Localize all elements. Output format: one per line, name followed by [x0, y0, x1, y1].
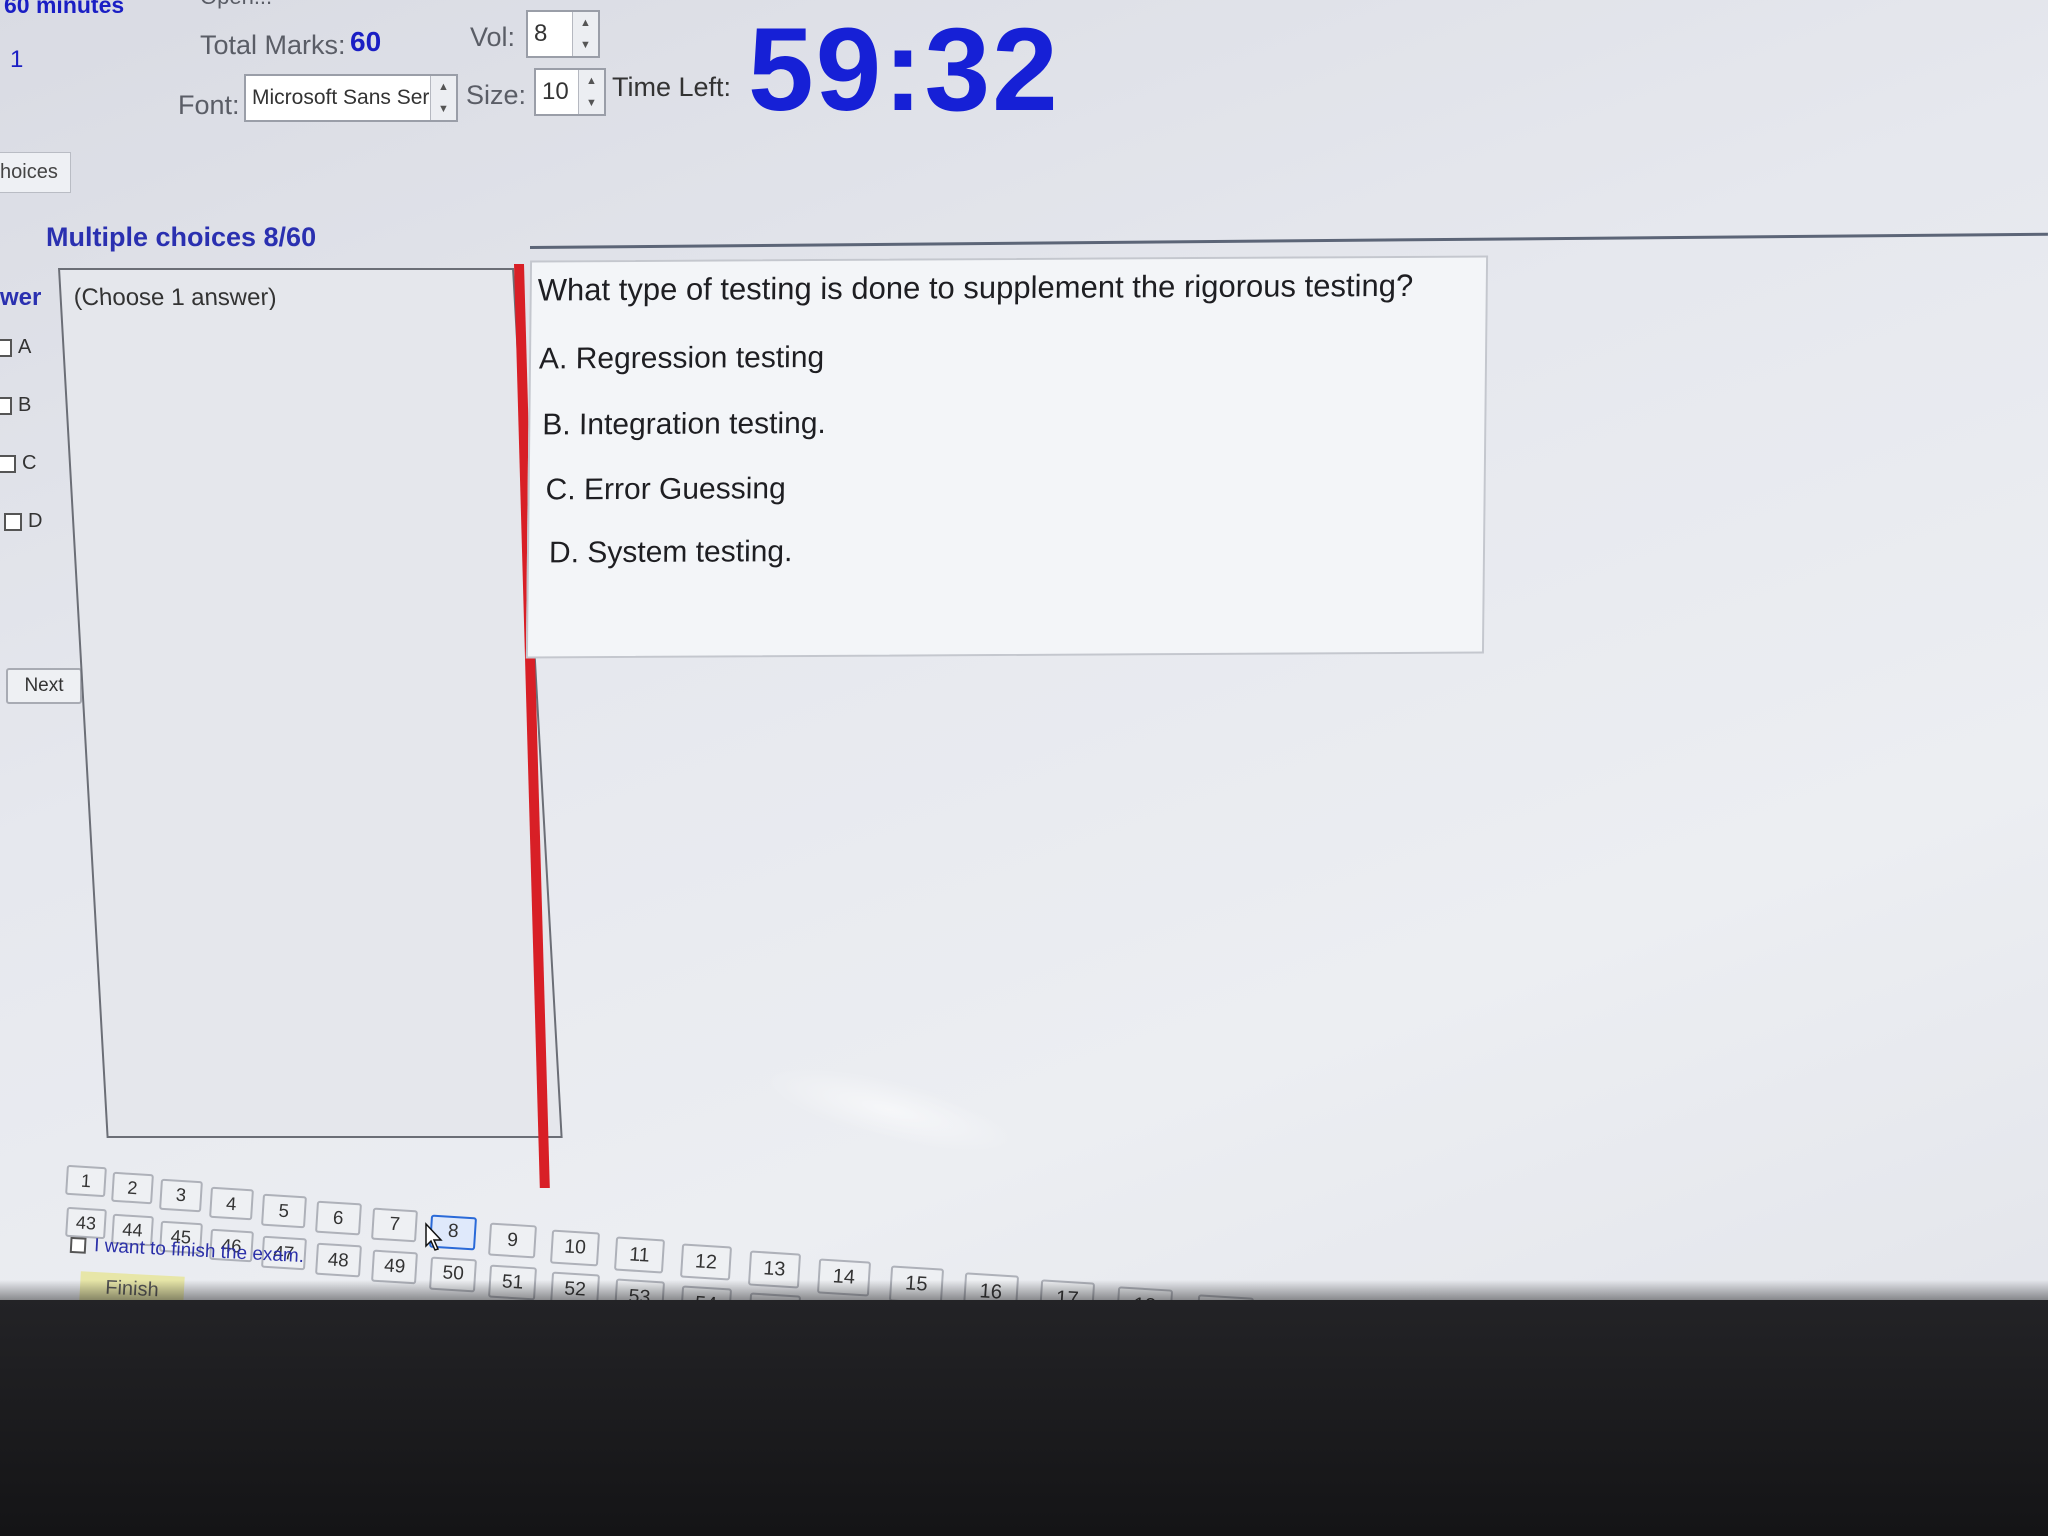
size-stepper[interactable]: 10 ▲ ▼	[534, 68, 606, 116]
down-arrow-icon[interactable]: ▼	[438, 103, 449, 115]
option-c-label: C	[22, 452, 37, 474]
question-nav-button[interactable]: 7	[370, 1207, 419, 1243]
size-value: 10	[542, 78, 569, 105]
exam-window: 60 minutes 1 Open... Total Marks: 60 Vol…	[0, 0, 2048, 1410]
mouse-cursor-icon	[425, 1222, 443, 1251]
size-spin-arrows[interactable]: ▲ ▼	[578, 70, 604, 114]
question-text: What type of testing is done to suppleme…	[537, 267, 1414, 308]
answer-option-a[interactable]: A	[0, 336, 31, 359]
section-title: Multiple choices 8/60	[46, 222, 317, 252]
font-value: Microsoft Sans Serif	[252, 86, 440, 109]
volume-spin-arrows[interactable]: ▲ ▼	[572, 12, 598, 56]
choice-b: B. Integration testing.	[542, 406, 827, 442]
checkbox-d[interactable]	[4, 512, 22, 531]
choose-hint: (Choose 1 answer)	[72, 284, 278, 311]
question-nav-button[interactable]: 1	[65, 1164, 107, 1198]
down-arrow-icon[interactable]: ▼	[580, 39, 591, 51]
volume-stepper[interactable]: 8 ▲ ▼	[526, 10, 600, 58]
font-label: Font:	[178, 90, 240, 120]
up-arrow-icon[interactable]: ▲	[586, 75, 597, 87]
cut-label: Open...	[200, 0, 272, 10]
choice-d: D. System testing.	[548, 535, 793, 570]
question-nav-button[interactable]: 10	[550, 1229, 601, 1266]
question-nav-button[interactable]: 6	[314, 1200, 362, 1236]
time-left-label: Time Left:	[612, 72, 732, 102]
checkbox-b[interactable]	[0, 396, 12, 415]
up-arrow-icon[interactable]: ▲	[438, 81, 449, 93]
answer-panel: (Choose 1 answer)	[58, 268, 563, 1138]
vol-label: Vol:	[470, 22, 516, 52]
monitor-bezel	[0, 1300, 2048, 1536]
down-arrow-icon[interactable]: ▼	[586, 97, 597, 109]
finish-checkbox[interactable]	[69, 1236, 87, 1254]
choice-a: A. Regression testing	[538, 340, 825, 376]
option-d-label: D	[28, 510, 43, 532]
answer-column-header: wer	[0, 284, 42, 311]
answer-option-d[interactable]: D	[4, 510, 42, 533]
duration-label: 60 minutes	[4, 0, 125, 18]
checkbox-a[interactable]	[0, 338, 12, 357]
volume-value: 8	[534, 20, 548, 47]
total-marks-value: 60	[350, 26, 382, 57]
screen-glare	[756, 1049, 1024, 1171]
next-button[interactable]: Next	[6, 668, 82, 704]
tab-multiple-choices[interactable]: hoices	[0, 152, 71, 193]
up-arrow-icon[interactable]: ▲	[580, 17, 591, 29]
option-b-label: B	[18, 394, 32, 416]
answer-option-b[interactable]: B	[0, 394, 31, 417]
answer-option-c[interactable]: C	[0, 452, 36, 475]
question-nav-button[interactable]: 5	[260, 1193, 307, 1228]
choice-c: C. Error Guessing	[545, 472, 786, 507]
question-nav-button[interactable]: 48	[314, 1242, 362, 1278]
question-nav-button[interactable]: 12	[679, 1243, 732, 1282]
countdown-timer: 59:32	[748, 4, 1060, 136]
checkbox-c[interactable]	[0, 454, 16, 473]
option-a-label: A	[18, 336, 32, 358]
font-selector[interactable]: Microsoft Sans Serif ▲ ▼	[244, 74, 458, 122]
question-nav-button[interactable]: 3	[159, 1179, 203, 1213]
question-panel: What type of testing is done to suppleme…	[525, 255, 1489, 659]
candidate-number: 1	[10, 46, 24, 73]
question-nav-button[interactable]: 9	[488, 1222, 538, 1259]
question-nav-button[interactable]: 11	[614, 1236, 666, 1274]
font-spin-arrows[interactable]: ▲ ▼	[430, 76, 456, 120]
section-divider	[529, 232, 2048, 249]
question-nav-button[interactable]: 4	[209, 1186, 254, 1221]
size-label: Size:	[466, 80, 527, 110]
question-nav-button[interactable]: 2	[111, 1171, 154, 1205]
total-marks-label: Total Marks:	[200, 30, 346, 60]
